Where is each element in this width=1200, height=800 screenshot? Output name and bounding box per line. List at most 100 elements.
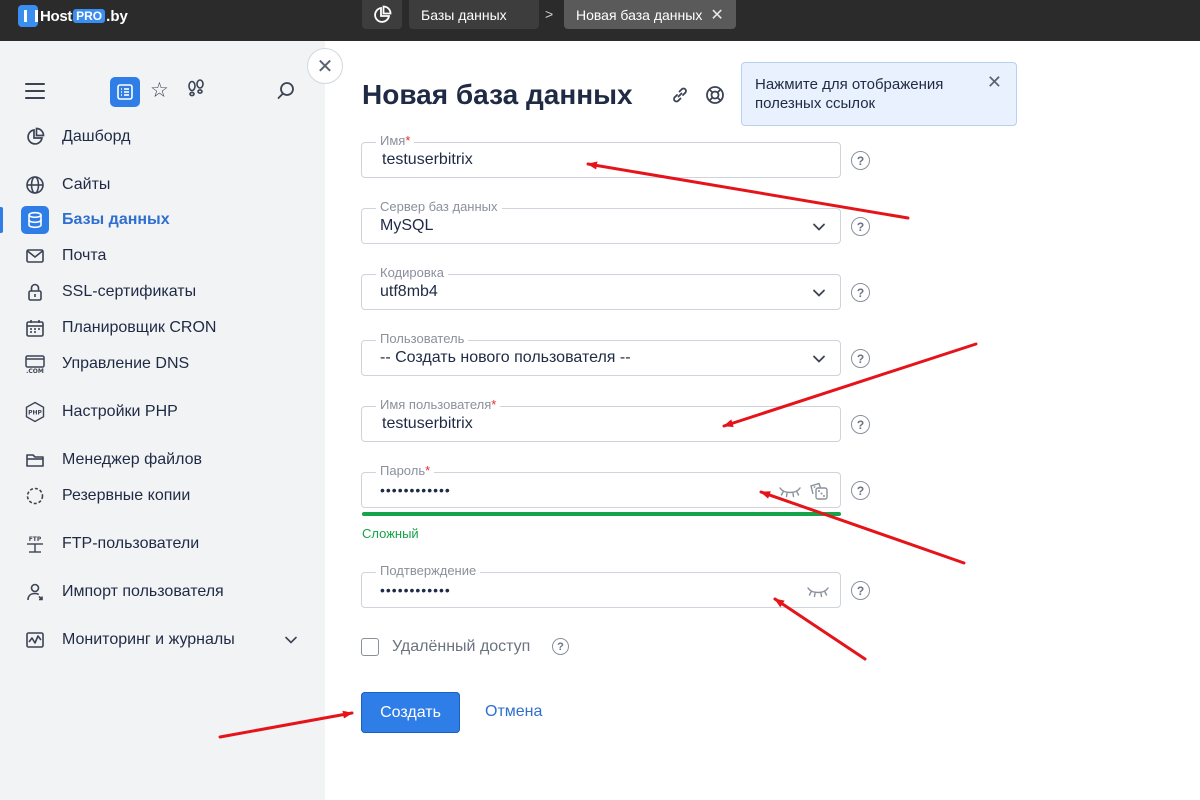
sidebar-item-cron[interactable]: Планировщик CRON bbox=[0, 313, 325, 343]
sidebar-item-label: Управление DNS bbox=[62, 355, 190, 372]
encoding-select[interactable]: Кодировка utf8mb4 bbox=[361, 265, 841, 310]
list-view-button[interactable] bbox=[110, 77, 140, 107]
dashboard-tab-button[interactable] bbox=[362, 0, 402, 29]
link-icon[interactable] bbox=[669, 84, 691, 106]
help-icon[interactable]: ? bbox=[851, 151, 870, 170]
arrow-to-confirm-field bbox=[773, 597, 867, 661]
ftp-icon: FTP bbox=[24, 533, 46, 555]
monitoring-icon bbox=[24, 629, 46, 651]
list-icon bbox=[117, 84, 133, 100]
sidebar-item-label: Дашборд bbox=[62, 128, 131, 145]
dashboard-pie-icon bbox=[374, 5, 392, 23]
user-select[interactable]: Пользователь -- Создать нового пользоват… bbox=[361, 331, 841, 376]
sidebar-item-import-user[interactable]: Импорт пользователя bbox=[0, 577, 325, 607]
password-strength-bar bbox=[362, 512, 841, 516]
sidebar-item-dns[interactable]: .COM Управление DNS bbox=[0, 349, 325, 379]
svg-text:.COM: .COM bbox=[26, 368, 44, 375]
lifebuoy-icon[interactable] bbox=[704, 84, 726, 106]
breadcrumb-databases[interactable]: Базы данных bbox=[409, 0, 539, 29]
sidebar-item-label: Резервные копии bbox=[62, 487, 191, 504]
encoding-value: utf8mb4 bbox=[380, 283, 438, 300]
help-icon[interactable]: ? bbox=[851, 415, 870, 434]
sidebar-item-label: Мониторинг и журналы bbox=[62, 631, 235, 648]
sidebar-item-php[interactable]: PHP Настройки PHP bbox=[0, 397, 325, 427]
sidebar-item-label: Почта bbox=[62, 247, 107, 264]
backup-icon bbox=[24, 485, 46, 507]
search-icon[interactable] bbox=[276, 81, 296, 101]
sidebar-item-ssl[interactable]: SSL-сертификаты bbox=[0, 277, 325, 307]
sidebar-toolbar: ☆ bbox=[0, 77, 325, 107]
star-icon[interactable]: ☆ bbox=[150, 79, 169, 103]
eye-closed-icon[interactable] bbox=[806, 584, 830, 598]
tab-new-database[interactable]: Новая база данных ✕ bbox=[564, 0, 736, 29]
remote-access-checkbox[interactable] bbox=[361, 638, 379, 656]
help-icon[interactable]: ? bbox=[851, 581, 870, 600]
chevron-down-icon bbox=[813, 289, 825, 297]
create-button[interactable]: Создать bbox=[361, 692, 460, 733]
folder-icon bbox=[24, 449, 46, 471]
username-value: testuserbitrix bbox=[382, 415, 473, 432]
hamburger-icon[interactable] bbox=[25, 83, 45, 99]
dns-icon: .COM bbox=[24, 353, 46, 375]
help-icon[interactable]: ? bbox=[552, 638, 569, 655]
hostpro-logo[interactable]: Host PRO .by bbox=[18, 4, 128, 28]
password-label: Пароль* bbox=[376, 463, 435, 479]
sidebar-item-backups[interactable]: Резервные копии bbox=[0, 481, 325, 511]
pie-chart-icon bbox=[24, 126, 46, 148]
logo-pro-badge: PRO bbox=[73, 9, 106, 23]
sidebar-close-button[interactable]: ✕ bbox=[307, 48, 343, 84]
help-icon[interactable]: ? bbox=[851, 481, 870, 500]
username-label: Имя пользователя* bbox=[376, 397, 501, 413]
cancel-link[interactable]: Отмена bbox=[485, 703, 542, 721]
sidebar-item-ftp[interactable]: FTP FTP-пользователи bbox=[0, 529, 325, 559]
encoding-label: Кодировка bbox=[376, 265, 448, 281]
sidebar-item-label: Сайты bbox=[62, 176, 111, 193]
globe-icon bbox=[24, 174, 46, 196]
close-icon[interactable]: ✕ bbox=[987, 73, 1002, 92]
page-title: Новая база данных bbox=[362, 79, 633, 110]
db-server-value: MySQL bbox=[380, 217, 434, 234]
logo-host-text: Host bbox=[40, 7, 73, 25]
name-field-label: Имя* bbox=[376, 133, 415, 149]
username-field[interactable]: Имя пользователя* testuserbitrix bbox=[361, 397, 841, 442]
user-label: Пользователь bbox=[376, 331, 469, 347]
sidebar-item-label: Импорт пользователя bbox=[62, 583, 224, 600]
dice-generate-icon[interactable] bbox=[809, 481, 829, 501]
db-server-label: Сервер баз данных bbox=[376, 199, 502, 215]
svg-text:FTP: FTP bbox=[29, 536, 42, 543]
calendar-icon bbox=[24, 317, 46, 339]
top-bar: Host PRO .by Базы данных > Новая база да… bbox=[0, 0, 1200, 41]
confirm-label: Подтверждение bbox=[376, 563, 481, 579]
chevron-down-icon[interactable] bbox=[284, 633, 298, 647]
sidebar-item-mail[interactable]: Почта bbox=[0, 241, 325, 271]
logo-mark-icon bbox=[18, 5, 38, 27]
chevron-down-icon bbox=[813, 355, 825, 363]
sidebar-item-databases[interactable]: Базы данных bbox=[0, 205, 325, 235]
svg-text:PHP: PHP bbox=[28, 410, 42, 417]
lock-icon bbox=[24, 281, 46, 303]
sidebar-item-file-manager[interactable]: Менеджер файлов bbox=[0, 445, 325, 475]
help-icon[interactable]: ? bbox=[851, 283, 870, 302]
confirm-password-field[interactable]: Подтверждение •••••••••••• bbox=[361, 563, 841, 608]
chevron-down-icon bbox=[813, 223, 825, 231]
sidebar-item-label: Базы данных bbox=[62, 211, 170, 228]
help-icon[interactable]: ? bbox=[851, 349, 870, 368]
db-server-select[interactable]: Сервер баз данных MySQL bbox=[361, 199, 841, 244]
tooltip-text: Нажмите для отображения полезных ссылок bbox=[755, 76, 944, 112]
sidebar-item-label: Настройки PHP bbox=[62, 403, 178, 420]
sidebar-item-dashboard[interactable]: Дашборд bbox=[0, 122, 325, 152]
sidebar: ☆ Дашборд Сайты Базы данных Почта SSL-се… bbox=[0, 41, 325, 800]
password-value: •••••••••••• bbox=[380, 482, 451, 498]
close-tab-icon[interactable]: ✕ bbox=[710, 5, 723, 25]
php-icon: PHP bbox=[24, 401, 46, 423]
eye-closed-icon[interactable] bbox=[778, 484, 802, 498]
sidebar-item-monitoring[interactable]: Мониторинг и журналы bbox=[0, 625, 325, 655]
database-icon bbox=[21, 206, 49, 234]
footprints-icon[interactable] bbox=[186, 79, 206, 106]
help-icon[interactable]: ? bbox=[851, 217, 870, 236]
sidebar-item-sites[interactable]: Сайты bbox=[0, 170, 325, 200]
tab-new-database-label: Новая база данных bbox=[576, 6, 703, 23]
password-field[interactable]: Пароль* •••••••••••• bbox=[361, 463, 841, 508]
name-field[interactable]: Имя* testuserbitrix bbox=[361, 133, 841, 178]
sidebar-item-label: SSL-сертификаты bbox=[62, 283, 197, 300]
